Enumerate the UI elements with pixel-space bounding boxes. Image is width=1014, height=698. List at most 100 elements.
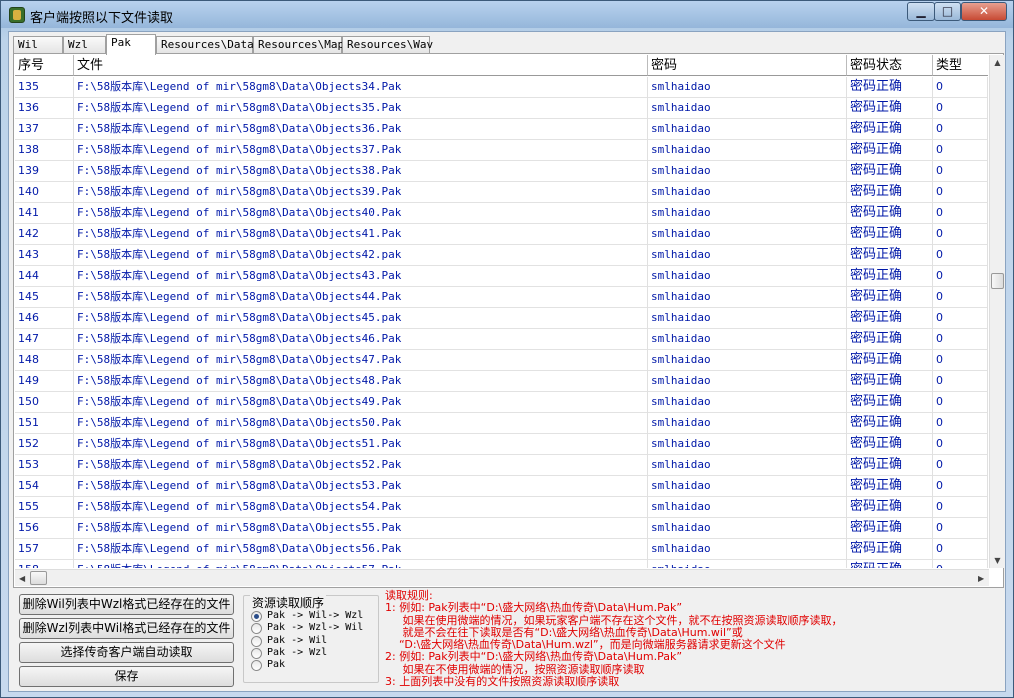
- cell-type: 0: [933, 119, 988, 140]
- scroll-down-arrow-icon[interactable]: ▼: [993, 556, 1002, 565]
- delete-wzl-duplicates-button[interactable]: 删除Wzl列表中Wil格式已经存在的文件: [19, 618, 234, 639]
- title-bar[interactable]: 客户端按照以下文件读取 ▁ □ ✕: [1, 1, 1013, 28]
- scroll-left-arrow-icon[interactable]: ◀: [19, 574, 28, 583]
- rule-line: 2: 例如: Pak列表中“D:\盛大网络\热血传奇\Data\Hum.Pak”: [385, 650, 683, 664]
- radio-button-icon[interactable]: [251, 611, 262, 622]
- tab-pak[interactable]: Pak: [106, 34, 156, 55]
- cell-no: 150: [15, 392, 74, 413]
- tab-resources-map[interactable]: Resources\Map: [253, 36, 344, 54]
- tab-resources-wav[interactable]: Resources\Wav: [342, 36, 433, 54]
- table-row[interactable]: 139 F:\58版本库\Legend of mir\58gm8\Data\Obj…: [15, 161, 988, 182]
- cell-file: F:\58版本库\Legend of mir\58gm8\Data\Object…: [74, 308, 648, 329]
- read-order-group: 资源读取顺序 Pak -> Wil-> Wzl Pak -> Wzl-> Wil P…: [243, 594, 379, 683]
- cell-pwd: smlhaidao: [648, 98, 847, 119]
- cell-status: 密码正确: [847, 371, 933, 392]
- cell-status: 密码正确: [847, 434, 933, 455]
- table-row[interactable]: 142 F:\58版本库\Legend of mir\58gm8\Data\Obj…: [15, 224, 988, 245]
- column-header-file[interactable]: 文件: [74, 55, 648, 76]
- radio-button-icon[interactable]: [251, 647, 262, 659]
- cell-status: 密码正确: [847, 161, 933, 182]
- table-row[interactable]: 135 F:\58版本库\Legend of mir\58gm8\Data\Obj…: [15, 77, 988, 98]
- cell-status: 密码正确: [847, 497, 933, 518]
- scroll-right-arrow-icon[interactable]: ▶: [978, 574, 987, 583]
- cell-no: 147: [15, 329, 74, 350]
- cell-type: 0: [933, 161, 988, 182]
- cell-file: F:\58版本库\Legend of mir\58gm8\Data\Object…: [74, 434, 648, 455]
- cell-status: 密码正确: [847, 560, 933, 568]
- cell-pwd: smlhaidao: [648, 455, 847, 476]
- minimize-button[interactable]: ▁: [907, 2, 935, 21]
- cell-type: 0: [933, 476, 988, 497]
- vertical-scroll-thumb[interactable]: [991, 273, 1004, 289]
- cell-pwd: smlhaidao: [648, 560, 847, 568]
- cell-pwd: smlhaidao: [648, 161, 847, 182]
- cell-file: F:\58版本库\Legend of mir\58gm8\Data\Object…: [74, 203, 648, 224]
- maximize-button[interactable]: □: [934, 2, 961, 21]
- cell-no: 136: [15, 98, 74, 119]
- horizontal-scroll-thumb[interactable]: [30, 571, 47, 585]
- cell-status: 密码正确: [847, 350, 933, 371]
- table-row[interactable]: 151 F:\58版本库\Legend of mir\58gm8\Data\Obj…: [15, 413, 988, 434]
- table-row[interactable]: 146 F:\58版本库\Legend of mir\58gm8\Data\Obj…: [15, 308, 988, 329]
- column-header-password-status[interactable]: 密码状态: [847, 55, 933, 76]
- table-row[interactable]: 156 F:\58版本库\Legend of mir\58gm8\Data\Obj…: [15, 518, 988, 539]
- cell-file: F:\58版本库\Legend of mir\58gm8\Data\Object…: [74, 266, 648, 287]
- cell-type: 0: [933, 308, 988, 329]
- cell-file: F:\58版本库\Legend of mir\58gm8\Data\Object…: [74, 182, 648, 203]
- table-row[interactable]: 150 F:\58版本库\Legend of mir\58gm8\Data\Obj…: [15, 392, 988, 413]
- table-row[interactable]: 136 F:\58版本库\Legend of mir\58gm8\Data\Obj…: [15, 98, 988, 119]
- tab-wil[interactable]: Wil: [13, 36, 63, 54]
- table-row[interactable]: 137 F:\58版本库\Legend of mir\58gm8\Data\Obj…: [15, 119, 988, 140]
- vertical-scrollbar[interactable]: ▲ ▼: [989, 55, 1004, 568]
- table-row[interactable]: 149 F:\58版本库\Legend of mir\58gm8\Data\Obj…: [15, 371, 988, 392]
- cell-type: 0: [933, 518, 988, 539]
- cell-no: 149: [15, 371, 74, 392]
- column-header-password[interactable]: 密码: [648, 55, 847, 76]
- table-row[interactable]: 145 F:\58版本库\Legend of mir\58gm8\Data\Obj…: [15, 287, 988, 308]
- radio-button-icon[interactable]: [251, 660, 262, 672]
- select-client-button[interactable]: 选择传奇客户端自动读取: [19, 642, 234, 663]
- radio-button-icon[interactable]: [251, 635, 262, 647]
- column-header-index[interactable]: 序号: [15, 55, 74, 76]
- horizontal-scrollbar[interactable]: ◀ ▶: [15, 569, 989, 586]
- table-row[interactable]: 153 F:\58版本库\Legend of mir\58gm8\Data\Obj…: [15, 455, 988, 476]
- table-row[interactable]: 158F:\58版本库\Legend of mir\58gm8\Data\Obj…: [15, 560, 988, 568]
- cell-pwd: smlhaidao: [648, 203, 847, 224]
- cell-status: 密码正确: [847, 245, 933, 266]
- cell-pwd: smlhaidao: [648, 539, 847, 560]
- table-row[interactable]: 148 F:\58版本库\Legend of mir\58gm8\Data\Obj…: [15, 350, 988, 371]
- table-row[interactable]: 140 F:\58版本库\Legend of mir\58gm8\Data\Obj…: [15, 182, 988, 203]
- cell-type: 0: [933, 245, 988, 266]
- table-row[interactable]: 138 F:\58版本库\Legend of mir\58gm8\Data\Obj…: [15, 140, 988, 161]
- scroll-up-arrow-icon[interactable]: ▲: [993, 58, 1002, 67]
- table-row[interactable]: 155 F:\58版本库\Legend of mir\58gm8\Data\Obj…: [15, 497, 988, 518]
- cell-status: 密码正确: [847, 140, 933, 161]
- cell-file: F:\58版本库\Legend of mir\58gm8\Data\Object…: [74, 287, 648, 308]
- tab-wzl[interactable]: Wzl: [63, 36, 106, 54]
- cell-pwd: smlhaidao: [648, 497, 847, 518]
- close-button[interactable]: ✕: [961, 2, 1007, 21]
- column-header-type[interactable]: 类型: [933, 55, 988, 76]
- cell-pwd: smlhaidao: [648, 392, 847, 413]
- table-row[interactable]: 154 F:\58版本库\Legend of mir\58gm8\Data\Obj…: [15, 476, 988, 497]
- cell-no: 154: [15, 476, 74, 497]
- cell-pwd: smlhaidao: [648, 182, 847, 203]
- cell-pwd: smlhaidao: [648, 140, 847, 161]
- cell-file: F:\58版本库\Legend of mir\58gm8\Data\Object…: [74, 350, 648, 371]
- cell-no: 153: [15, 455, 74, 476]
- table-row[interactable]: 152 F:\58版本库\Legend of mir\58gm8\Data\Obj…: [15, 434, 988, 455]
- table-row[interactable]: 141 F:\58版本库\Legend of mir\58gm8\Data\Obj…: [15, 203, 988, 224]
- cell-no: 158: [15, 560, 74, 568]
- table-row[interactable]: 144 F:\58版本库\Legend of mir\58gm8\Data\Obj…: [15, 266, 988, 287]
- save-button[interactable]: 保存: [19, 666, 234, 687]
- file-table[interactable]: 序号 文件 密码 密码状态 类型 135 F:\58版本库\Legend of m…: [15, 55, 988, 568]
- delete-wil-duplicates-button[interactable]: 删除Wil列表中Wzl格式已经存在的文件: [19, 594, 234, 615]
- cell-file: F:\58版本库\Legend of mir\58gm8\Data\Object…: [74, 539, 648, 560]
- table-row[interactable]: 147 F:\58版本库\Legend of mir\58gm8\Data\Obj…: [15, 329, 988, 350]
- tab-resources-data[interactable]: Resources\Data: [156, 36, 254, 54]
- table-row[interactable]: 143 F:\58版本库\Legend of mir\58gm8\Data\Obj…: [15, 245, 988, 266]
- cell-no: 135: [15, 77, 74, 98]
- cell-type: 0: [933, 392, 988, 413]
- table-row[interactable]: 157 F:\58版本库\Legend of mir\58gm8\Data\Obj…: [15, 539, 988, 560]
- radio-button-icon[interactable]: [251, 623, 262, 635]
